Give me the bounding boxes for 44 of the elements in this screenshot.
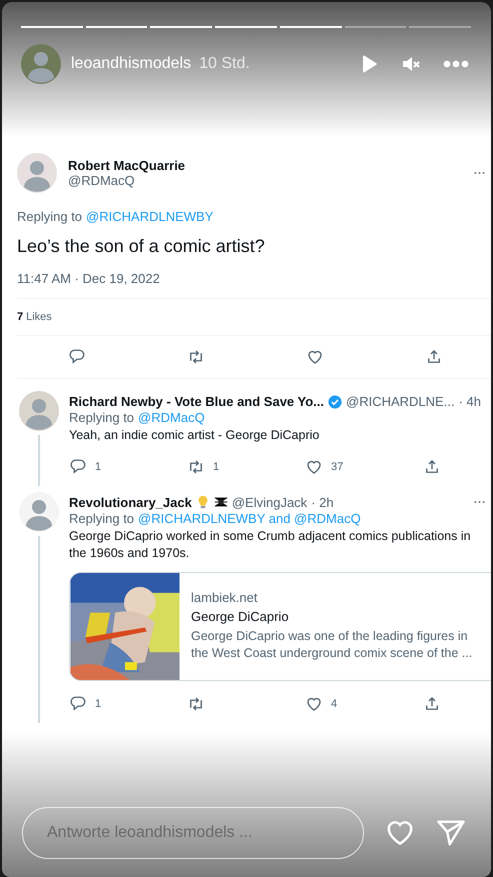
retweet-icon[interactable] bbox=[187, 458, 205, 476]
spider-icon bbox=[214, 495, 228, 510]
tweet-timestamp: 11:47 AM · Dec 19, 2022 bbox=[17, 271, 161, 286]
author-name[interactable]: Revolutionary_Jack bbox=[69, 494, 192, 510]
link-card[interactable]: lambiek.net George DiCaprio George DiCaprio was one of the leading figures in the West Coast underground comix scene of the ... bbox=[69, 572, 491, 681]
replying-label: Replying to bbox=[17, 209, 82, 224]
reply-time: · 2h bbox=[311, 494, 334, 510]
action-count: 4 bbox=[331, 698, 338, 710]
link-domain: lambiek.net bbox=[191, 590, 258, 606]
reply-text: George DiCaprio worked in some Crumb adjacent comics publications in the 1960s and 1970s. bbox=[69, 528, 472, 562]
send-icon[interactable] bbox=[436, 818, 466, 848]
lightbulb-icon bbox=[196, 495, 210, 510]
post-time: 10 Std. bbox=[199, 55, 250, 73]
reply-time: · 4h bbox=[458, 394, 481, 409]
reply-icon[interactable] bbox=[68, 348, 86, 366]
action-count: 37 bbox=[331, 460, 344, 473]
more-icon[interactable] bbox=[474, 171, 485, 175]
reply-icon[interactable] bbox=[69, 694, 87, 713]
share-icon[interactable] bbox=[423, 458, 441, 476]
author-handle[interactable]: @RICHARDLNE... bbox=[346, 394, 455, 409]
retweet-icon[interactable] bbox=[187, 694, 205, 713]
likes-count: 7 bbox=[17, 311, 24, 323]
tweet-text: Leo’s the son of a comic artist? bbox=[17, 236, 266, 257]
author-name[interactable]: Robert MacQuarrie bbox=[68, 158, 186, 173]
muted-speaker-icon[interactable] bbox=[401, 54, 421, 74]
reply-icon[interactable] bbox=[69, 458, 87, 476]
author-handle[interactable]: @RDMacQ bbox=[68, 173, 186, 188]
action-count: 1 bbox=[213, 460, 220, 473]
action-count: 1 bbox=[95, 698, 102, 710]
reply-text: Yeah, an indie comic artist - George DiCaprio bbox=[69, 427, 320, 444]
more-icon[interactable] bbox=[443, 60, 469, 68]
replying-label: Replying to bbox=[69, 510, 134, 526]
share-icon[interactable] bbox=[423, 694, 441, 713]
link-description: George DiCaprio was one of the leading figures in the West Coast underground comix scene of the ... bbox=[191, 628, 474, 662]
more-icon[interactable] bbox=[474, 500, 485, 504]
heart-icon[interactable] bbox=[385, 818, 415, 848]
replying-label: Replying to bbox=[69, 410, 134, 425]
likes-label: Likes bbox=[26, 311, 52, 323]
author-name[interactable]: Richard Newby - Vote Blue and Save Yo... bbox=[69, 394, 324, 409]
heart-icon[interactable] bbox=[306, 348, 324, 366]
reply-field[interactable]: Antworte leoandhismodels ... bbox=[22, 807, 364, 859]
action-count: 1 bbox=[95, 460, 102, 473]
link-title: George DiCaprio bbox=[191, 609, 290, 624]
author-handle[interactable]: @ElvingJack bbox=[232, 494, 308, 510]
